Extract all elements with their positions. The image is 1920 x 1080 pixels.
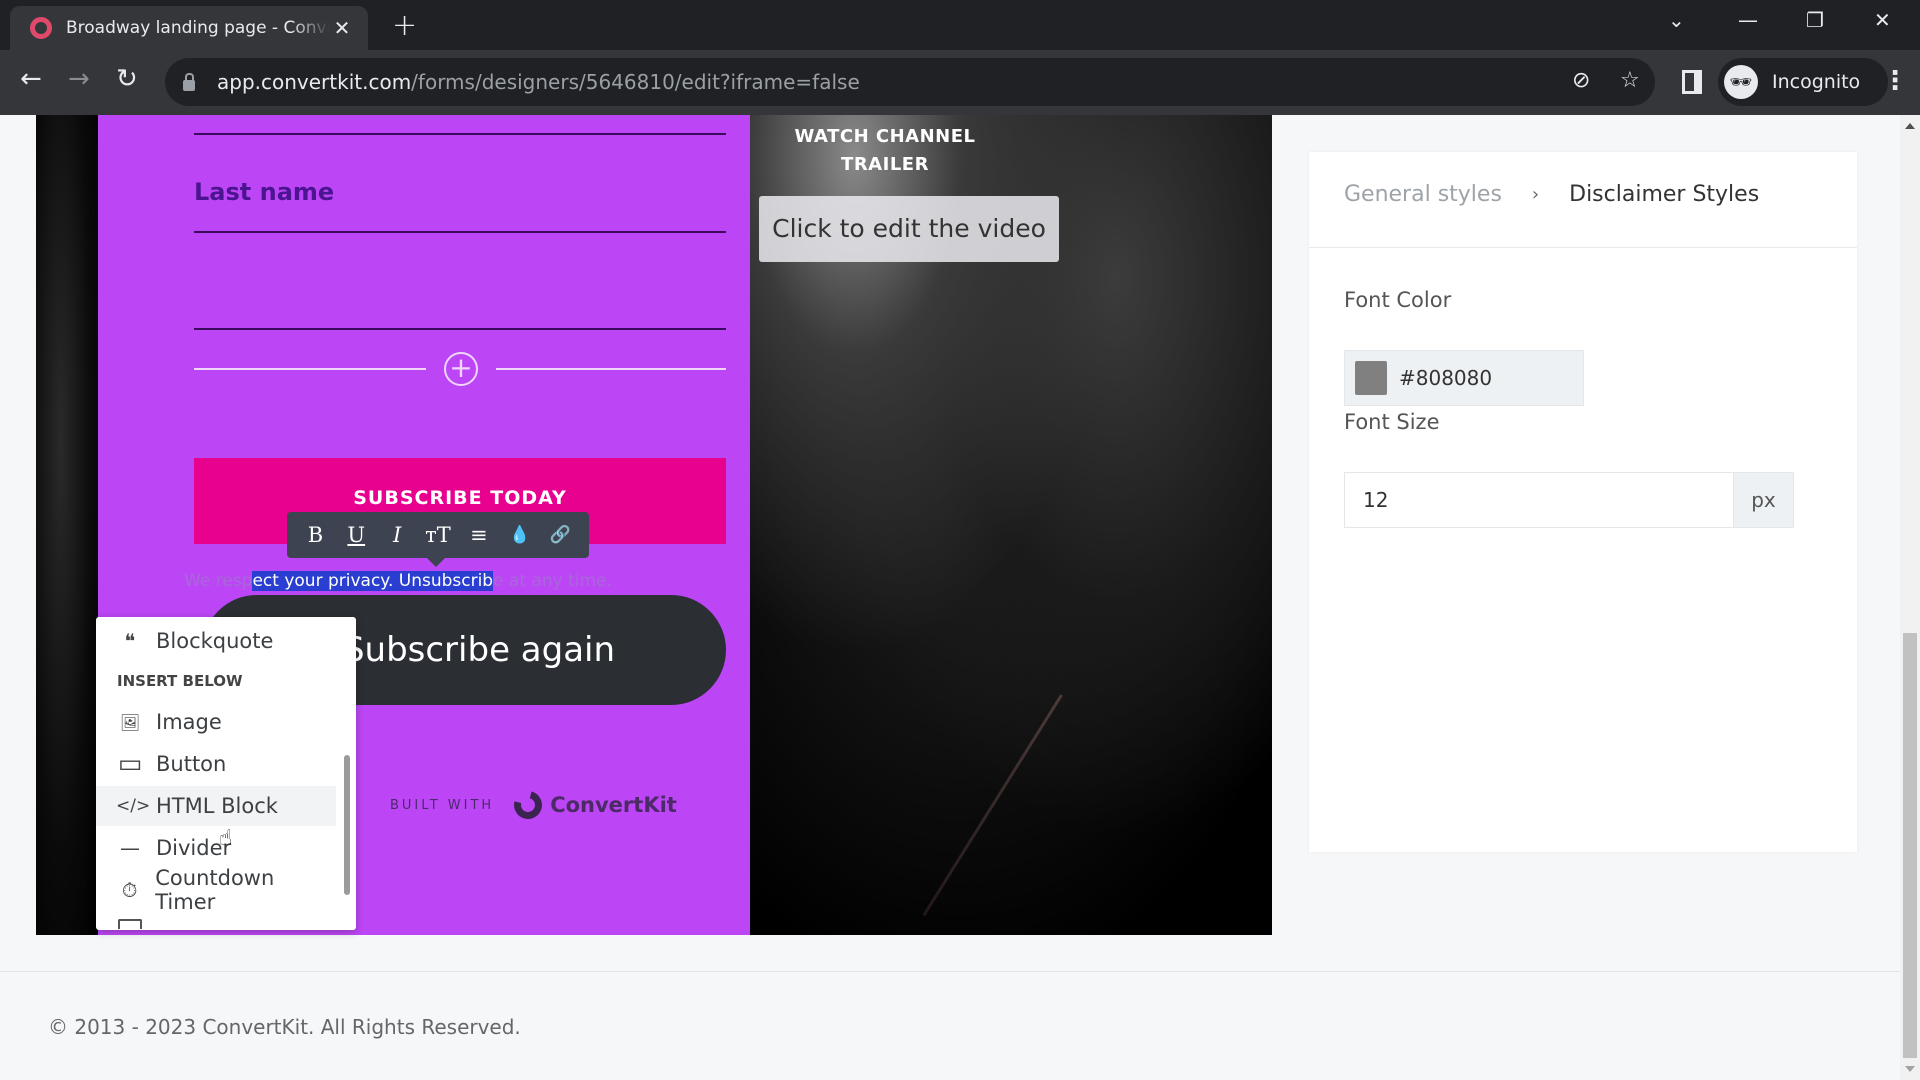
tab-close-icon[interactable]: ✕	[330, 16, 354, 40]
next-item-icon-partial	[118, 919, 142, 929]
font-color-picker[interactable]: #808080	[1344, 350, 1584, 406]
bold-icon[interactable]: B	[299, 523, 331, 547]
url-host: app.convertkit.com	[217, 70, 412, 94]
breadcrumb-current: Disclaimer Styles	[1569, 182, 1760, 207]
minimize-icon[interactable]: —	[1738, 8, 1758, 32]
chevron-right-icon: ›	[1531, 184, 1540, 205]
code-icon: </>	[116, 796, 151, 816]
built-with-label: BUILT WITH	[390, 797, 495, 813]
color-drop-icon[interactable]: 💧	[504, 525, 536, 545]
scroll-down-arrow-icon[interactable]	[1905, 1066, 1915, 1072]
disclaimer-text-before: We resp	[184, 571, 253, 591]
incognito-label: Incognito	[1772, 71, 1861, 93]
button-icon: ▭	[117, 749, 143, 779]
disclaimer-styles-panel: General styles › Disclaimer Styles Font …	[1309, 152, 1857, 852]
video-heading: WATCH CHANNEL TRAILER	[750, 123, 1020, 179]
menu-item-html-block[interactable]: </> HTML Block	[96, 786, 336, 826]
window-close-icon[interactable]: ✕	[1874, 8, 1891, 32]
menu-item-button[interactable]: ▭ Button	[96, 744, 336, 784]
url-path: /forms/designers/5646810/edit?iframe=fal…	[411, 70, 860, 94]
video-heading-line2: TRAILER	[841, 154, 929, 175]
scrollbar-thumb[interactable]	[1903, 633, 1917, 1058]
divider-line	[194, 368, 426, 370]
menu-item-label: Blockquote	[156, 629, 274, 653]
divider-line	[496, 368, 726, 370]
font-color-label: Font Color	[1344, 288, 1452, 312]
edit-video-button[interactable]: Click to edit the video	[759, 196, 1059, 262]
video-light-streak	[922, 694, 1063, 917]
add-field-row: +	[194, 352, 726, 386]
tab-search-icon[interactable]: ⌄	[1668, 8, 1685, 32]
last-name-field-label[interactable]: Last name	[194, 178, 334, 206]
divider-icon: —	[120, 836, 140, 860]
menu-item-countdown-timer[interactable]: ⏱ Countdown Timer	[96, 866, 336, 914]
page-scrollbar[interactable]	[1900, 115, 1920, 1080]
link-icon[interactable]: 🔗	[544, 525, 576, 545]
browser-toolbar: ← → ↻ app.convertkit.com /forms/designer…	[0, 50, 1920, 115]
video-heading-line1: WATCH CHANNEL	[794, 126, 976, 147]
lock-icon	[183, 72, 195, 91]
underline-icon[interactable]: U	[340, 523, 372, 547]
convertkit-favicon-icon	[30, 17, 52, 39]
incognito-profile-button[interactable]: 🕶 Incognito	[1718, 58, 1888, 106]
built-with-convertkit-badge[interactable]: BUILT WITH ConvertKit	[390, 785, 677, 825]
italic-icon[interactable]: I	[381, 523, 413, 547]
menu-item-label: Button	[156, 752, 227, 776]
last-name-field-underline	[194, 231, 726, 233]
background-image-left	[36, 115, 98, 935]
image-icon: 🖼	[119, 712, 141, 732]
font-size-input[interactable]	[1345, 473, 1733, 527]
font-size-label: Font Size	[1344, 410, 1440, 434]
scroll-up-arrow-icon[interactable]	[1905, 123, 1915, 129]
font-size-icon[interactable]: тT	[422, 523, 454, 547]
page-content: Last name + SUBSCRIBE TODAY B U I тT ≡ 💧…	[0, 115, 1900, 1080]
insert-block-menu: ❝ Blockquote INSERT BELOW 🖼 Image ▭ Butt…	[96, 617, 356, 930]
blockquote-icon: ❝	[124, 629, 136, 653]
bookmark-star-icon[interactable]: ☆	[1620, 68, 1640, 93]
font-size-field: px	[1344, 472, 1794, 528]
menu-item-image[interactable]: 🖼 Image	[96, 702, 336, 742]
align-icon[interactable]: ≡	[463, 523, 495, 547]
font-size-unit: px	[1733, 473, 1793, 527]
address-bar[interactable]: app.convertkit.com /forms/designers/5646…	[165, 58, 1655, 106]
reload-icon[interactable]: ↻	[116, 64, 138, 94]
browser-tab-active[interactable]: Broadway landing page - ConvertKit ✕	[10, 6, 368, 50]
forward-icon[interactable]: →	[68, 64, 90, 94]
browser-menu-icon[interactable]: ⋮	[1882, 66, 1908, 96]
email-field-underline	[194, 328, 726, 330]
disclaimer-text[interactable]: We respect your privacy. Unsubscribe at …	[132, 571, 664, 591]
browser-tab-strip: Broadway landing page - ConvertKit ✕ + ⌄…	[0, 0, 1920, 50]
first-name-field-underline	[194, 133, 726, 135]
insert-menu-scrollbar[interactable]	[344, 755, 350, 895]
convertkit-logo-icon	[509, 785, 548, 825]
text-format-toolbar: B U I тT ≡ 💧 🔗	[287, 512, 589, 567]
back-icon[interactable]: ←	[20, 64, 42, 94]
breadcrumb: General styles › Disclaimer Styles	[1344, 182, 1759, 207]
eye-off-icon[interactable]: ⊘	[1572, 68, 1590, 93]
menu-item-label: Image	[156, 710, 222, 734]
add-field-plus-icon[interactable]: +	[444, 352, 478, 386]
side-panel-icon[interactable]	[1682, 70, 1702, 94]
restore-icon[interactable]: ❐	[1806, 8, 1824, 32]
menu-item-label: Countdown Timer	[155, 866, 275, 914]
insert-below-heading: INSERT BELOW	[117, 672, 243, 690]
panel-divider	[1309, 247, 1857, 248]
convertkit-brand-name: ConvertKit	[550, 793, 677, 817]
stopwatch-icon: ⏱	[121, 878, 138, 902]
copyright-text: © 2013 - 2023 ConvertKit. All Rights Res…	[48, 1015, 521, 1039]
incognito-icon: 🕶	[1724, 65, 1758, 99]
new-tab-button[interactable]: +	[392, 8, 417, 43]
breadcrumb-general-styles[interactable]: General styles	[1344, 182, 1502, 207]
footer-divider	[0, 971, 1900, 972]
menu-item-label: HTML Block	[156, 794, 278, 818]
disclaimer-text-selection: ect your privacy. Unsubscrib	[252, 571, 494, 591]
disclaimer-text-after: e at any time.	[493, 571, 612, 591]
menu-item-divider[interactable]: — Divider	[96, 828, 336, 868]
tab-title: Broadway landing page - ConvertKit	[66, 18, 330, 38]
menu-item-blockquote[interactable]: ❝ Blockquote	[96, 621, 336, 661]
hand-pointer-cursor: ☝	[219, 826, 233, 851]
color-swatch	[1355, 361, 1387, 395]
font-color-value: #808080	[1399, 366, 1493, 390]
